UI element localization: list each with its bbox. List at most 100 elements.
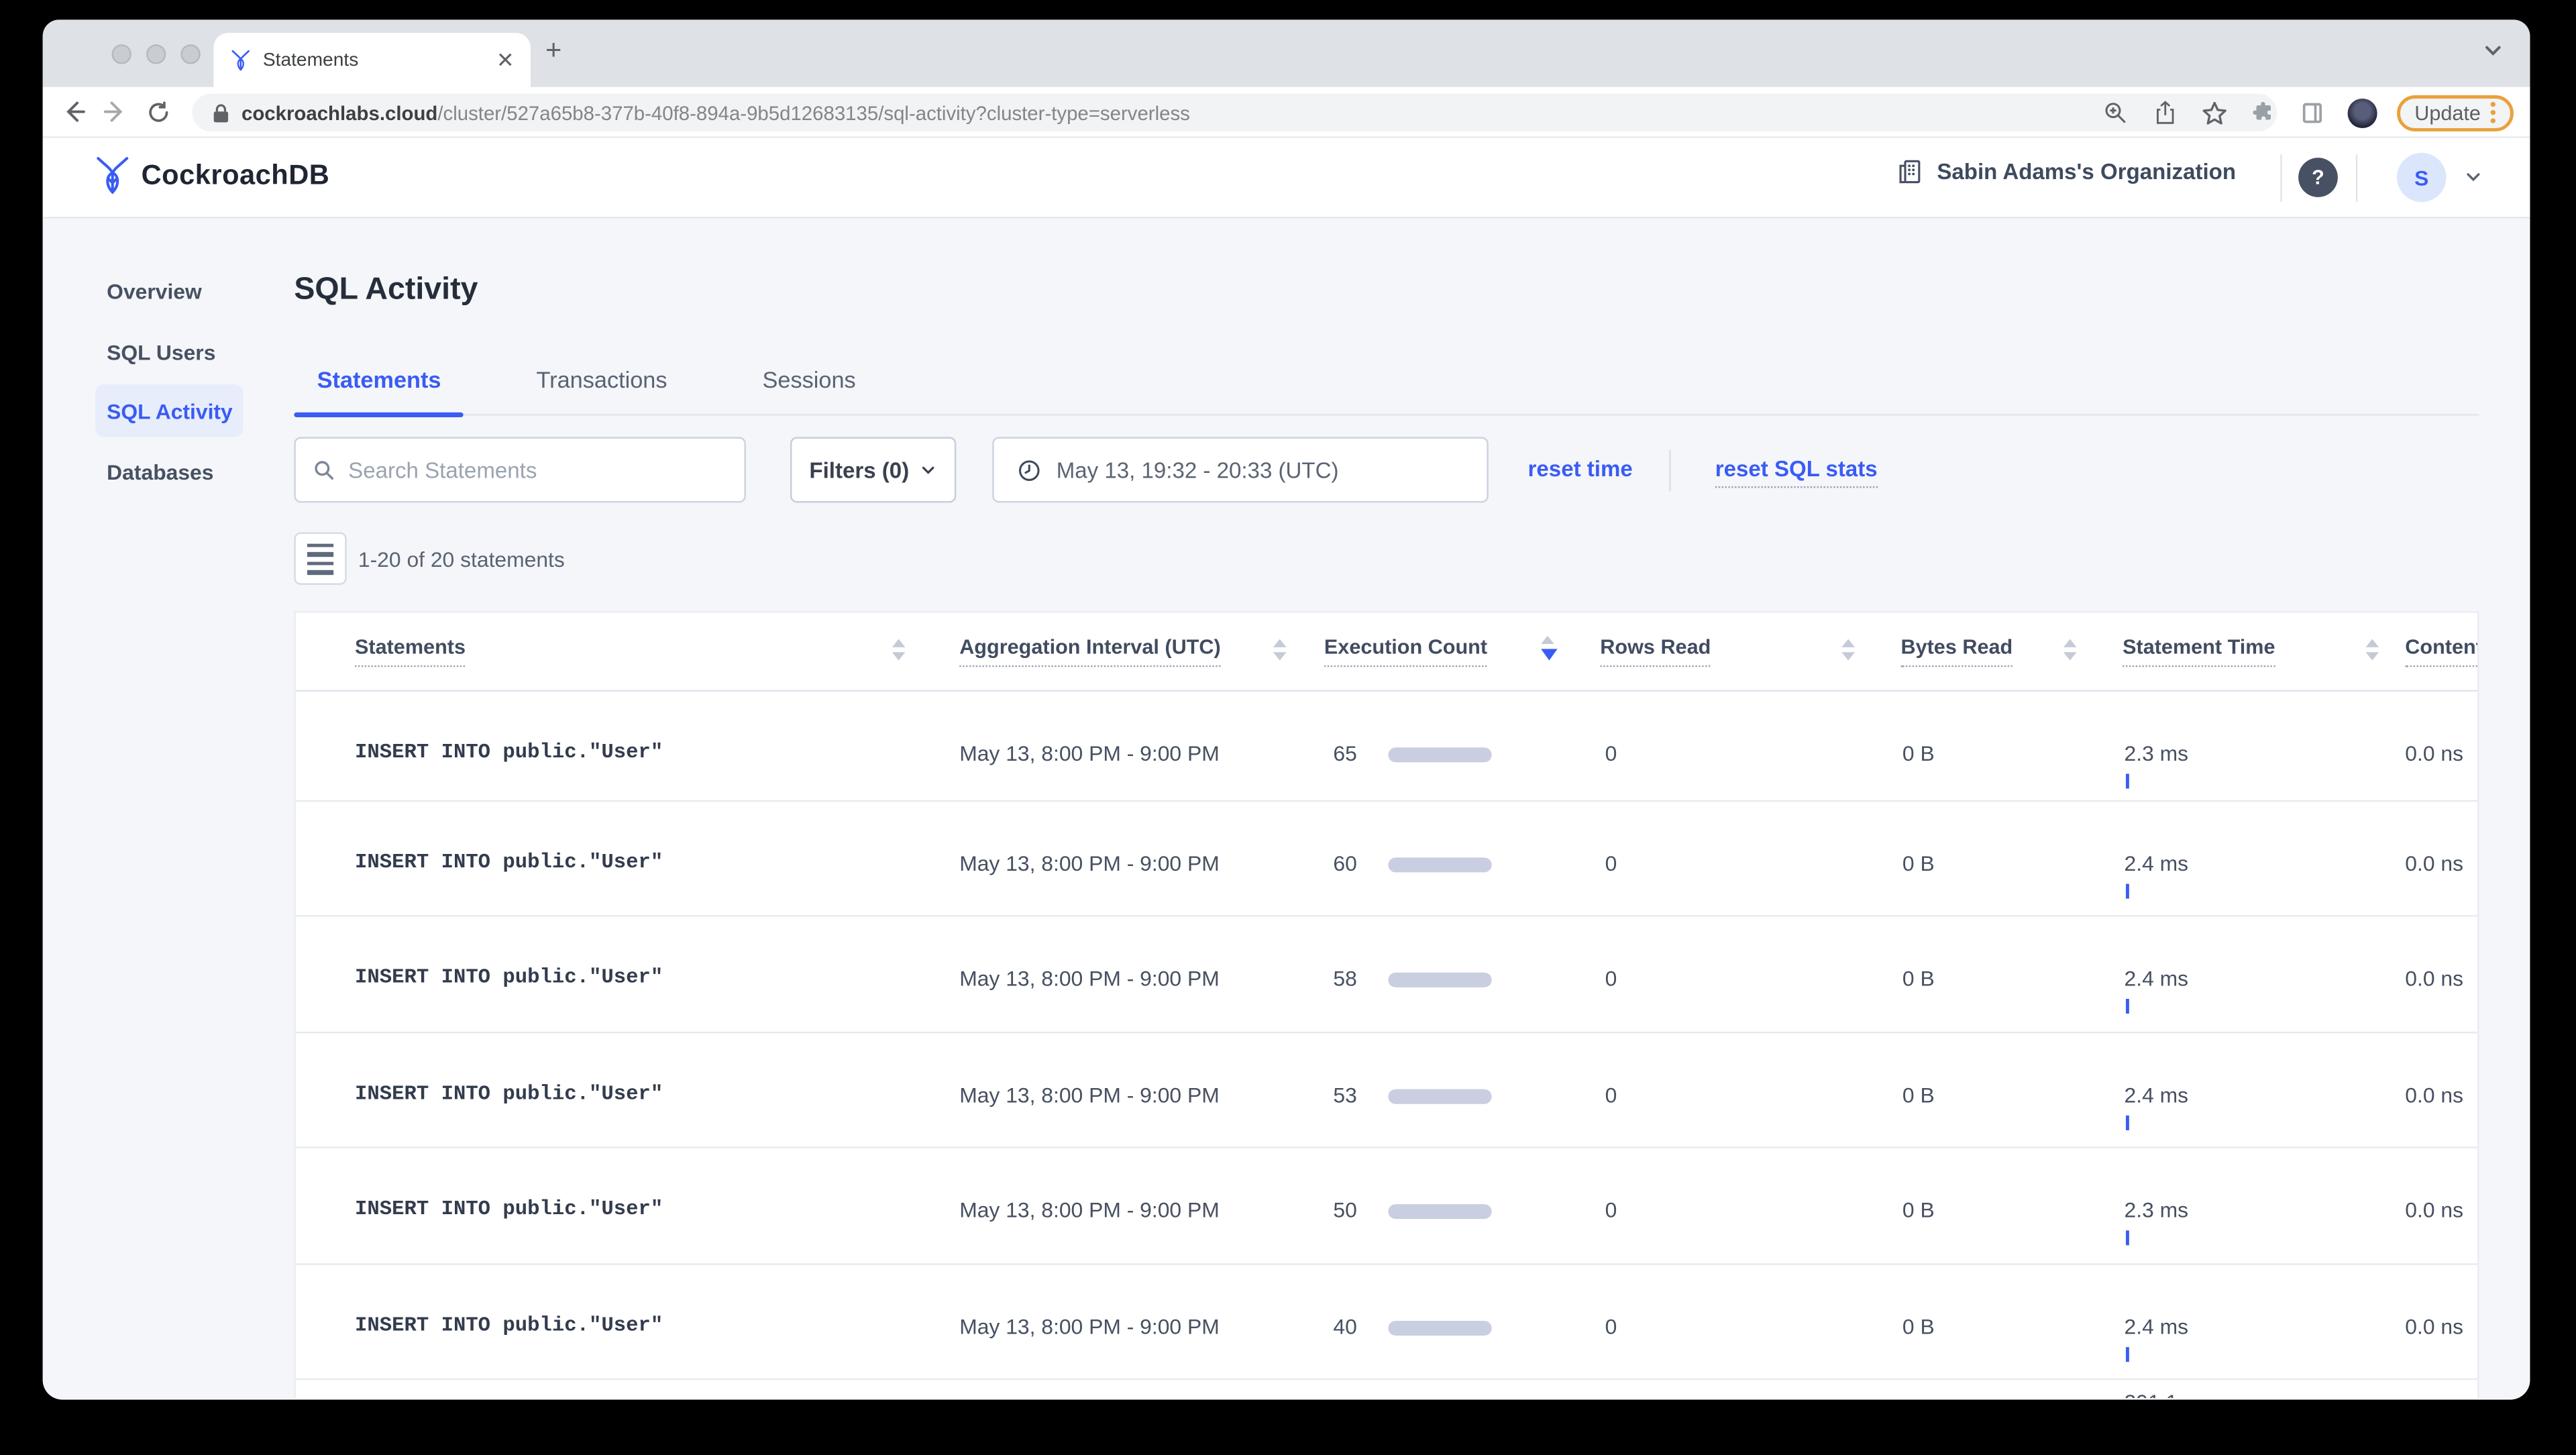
statement-cell[interactable]: INSERT INTO public."User" — [355, 1197, 663, 1220]
column-header[interactable]: Contention — [2405, 636, 2479, 659]
new-tab-button[interactable]: + — [545, 34, 561, 67]
table-row[interactable]: INSERT INTO public."User" May 13, 8:00 P… — [296, 692, 2477, 801]
table-row[interactable]: INSERT INTO public."User" May 13, 8:00 P… — [296, 801, 2477, 917]
column-header[interactable]: Aggregation Interval (UTC) — [959, 636, 1221, 659]
aggregation-interval-cell: May 13, 8:00 PM - 9:00 PM — [959, 1082, 1220, 1107]
contention-cell: 0.0 ns — [2405, 741, 2463, 765]
column-header-label: Aggregation Interval (UTC) — [959, 636, 1221, 667]
help-button[interactable]: ? — [2298, 158, 2338, 197]
time-range-button[interactable]: May 13, 19:32 - 20:33 (UTC) — [992, 437, 1489, 502]
organization-selector[interactable]: Sabin Adams's Organization — [1896, 158, 2236, 186]
sort-arrows-icon[interactable] — [1273, 639, 1287, 660]
rows-read-cell: 0 — [1605, 850, 1617, 875]
bytes-read-cell: 0 B — [1902, 1082, 1935, 1107]
sidebar-item-label: SQL Activity — [107, 399, 233, 424]
browser-toolbar: cockroachlabs.cloud/cluster/527a65b8-377… — [43, 87, 2530, 138]
table-header-row: Statements Aggregation Interval (UTC) Ex… — [296, 612, 2477, 692]
browser-window: Statements ✕ + cockroachlab — [43, 19, 2530, 1399]
close-window-button[interactable] — [112, 44, 131, 64]
page-title: SQL Activity — [294, 273, 478, 309]
rows-read-cell: 0 — [1605, 1082, 1617, 1107]
column-options-button[interactable] — [294, 532, 346, 584]
sidebar-item[interactable]: Overview — [107, 279, 202, 304]
column-header[interactable]: Bytes Read — [1900, 636, 2012, 659]
column-header[interactable]: Rows Read — [1600, 636, 1711, 659]
address-bar[interactable]: cockroachlabs.cloud/cluster/527a65b8-377… — [193, 94, 2277, 131]
side-panel-icon[interactable] — [2298, 98, 2327, 127]
sidebar-item[interactable]: SQL Activity — [107, 399, 233, 424]
bytes-read-cell: 0 B — [1902, 1197, 1935, 1222]
reset-sql-stats-link[interactable]: reset SQL stats — [1715, 457, 1878, 488]
organization-icon — [1896, 158, 1924, 186]
execution-count-bar — [1388, 747, 1491, 762]
tab-close-icon[interactable]: ✕ — [496, 49, 515, 70]
statement-cell[interactable]: INSERT INTO public."User" — [355, 1082, 663, 1105]
column-header-label: Execution Count — [1324, 636, 1487, 667]
cockroachdb-logo[interactable]: CockroachDB — [95, 156, 329, 194]
tab-search-chevron-icon[interactable] — [2482, 40, 2504, 61]
user-avatar[interactable]: S — [2397, 153, 2446, 202]
share-icon[interactable] — [2150, 98, 2180, 127]
search-statements-box[interactable] — [294, 437, 745, 502]
sort-arrows-icon[interactable] — [2063, 639, 2077, 660]
zoom-page-icon[interactable] — [2100, 98, 2130, 127]
column-header[interactable]: Statement Time — [2123, 636, 2275, 659]
execution-count-cell: 50 — [1307, 1197, 1356, 1222]
brand-name: CockroachDB — [142, 158, 330, 191]
contention-cell: 0.0 ns — [2405, 850, 2463, 875]
header-divider — [2356, 154, 2357, 202]
filters-button[interactable]: Filters (0) — [790, 437, 956, 502]
browser-tab[interactable]: Statements ✕ — [213, 33, 531, 87]
tab[interactable]: Sessions — [739, 366, 879, 414]
browser-profile-avatar[interactable] — [2347, 98, 2377, 127]
account-chevron-down-icon[interactable] — [2464, 168, 2482, 186]
sort-arrows-icon[interactable] — [1841, 639, 1855, 660]
table-body: INSERT INTO public."User" May 13, 8:00 P… — [296, 692, 2477, 1380]
table-row[interactable]: INSERT INTO public."User" May 13, 8:00 P… — [296, 1032, 2477, 1148]
zoom-window-button[interactable] — [180, 44, 200, 64]
tab[interactable]: Transactions — [513, 366, 690, 414]
minimize-window-button[interactable] — [146, 44, 166, 64]
forward-button[interactable] — [97, 94, 133, 130]
reset-time-link[interactable]: reset time — [1528, 457, 1633, 482]
chrome-update-button[interactable]: Update — [2396, 95, 2514, 131]
sort-arrows-icon[interactable] — [2366, 639, 2379, 660]
table-row[interactable]: INSERT INTO public."User" May 13, 8:00 P… — [296, 917, 2477, 1033]
execution-count-bar — [1388, 1088, 1491, 1103]
tab[interactable]: Statements — [294, 366, 464, 414]
tab-label: Transactions — [537, 366, 667, 392]
sidebar-item[interactable]: SQL Users — [107, 340, 215, 365]
reload-button[interactable] — [140, 94, 176, 130]
tab-label: Sessions — [763, 366, 856, 392]
table-row[interactable]: INSERT INTO public."User" May 13, 8:00 P… — [296, 1148, 2477, 1264]
extensions-puzzle-icon[interactable] — [2249, 98, 2278, 127]
statement-cell[interactable]: INSERT INTO public."User" — [355, 966, 663, 989]
toolbar-right-icons: Update — [2100, 87, 2530, 138]
sort-arrows-icon[interactable] — [892, 639, 906, 660]
statement-cell[interactable]: INSERT INTO public."User" — [355, 1313, 663, 1336]
aggregation-interval-cell: May 13, 8:00 PM - 9:00 PM — [959, 1313, 1220, 1338]
table-row[interactable]: INSERT INTO public."User" May 13, 8:00 P… — [296, 1264, 2477, 1380]
statement-time-cell: 2.3 ms — [2125, 741, 2189, 765]
statements-table: Statements Aggregation Interval (UTC) Ex… — [294, 611, 2479, 1398]
statement-cell[interactable]: INSERT INTO public."User" — [355, 741, 663, 763]
column-header[interactable]: Execution Count — [1324, 636, 1487, 659]
statement-time-cell: 2.4 ms — [2125, 966, 2189, 991]
aggregation-interval-cell: May 13, 8:00 PM - 9:00 PM — [959, 966, 1220, 991]
rows-read-cell: 0 — [1605, 966, 1617, 991]
execution-count-bar — [1388, 857, 1491, 871]
bookmark-star-icon[interactable] — [2199, 98, 2229, 127]
execution-count-cell: 65 — [1307, 741, 1356, 765]
statement-cell[interactable]: INSERT INTO public."User" — [355, 850, 663, 873]
search-icon — [312, 458, 335, 481]
execution-count-cell: 53 — [1307, 1082, 1356, 1107]
time-range-label: May 13, 19:32 - 20:33 (UTC) — [1057, 457, 1339, 482]
search-statements-input[interactable] — [348, 457, 728, 482]
back-button[interactable] — [56, 94, 92, 130]
statement-time-cell: 2.4 ms — [2125, 1313, 2189, 1338]
column-header[interactable]: Statements — [355, 636, 466, 659]
window-controls[interactable] — [112, 44, 201, 64]
sort-arrows-icon[interactable] — [1541, 636, 1557, 660]
aggregation-interval-cell: May 13, 8:00 PM - 9:00 PM — [959, 1197, 1220, 1222]
browser-menu-icon[interactable] — [2491, 102, 2496, 123]
